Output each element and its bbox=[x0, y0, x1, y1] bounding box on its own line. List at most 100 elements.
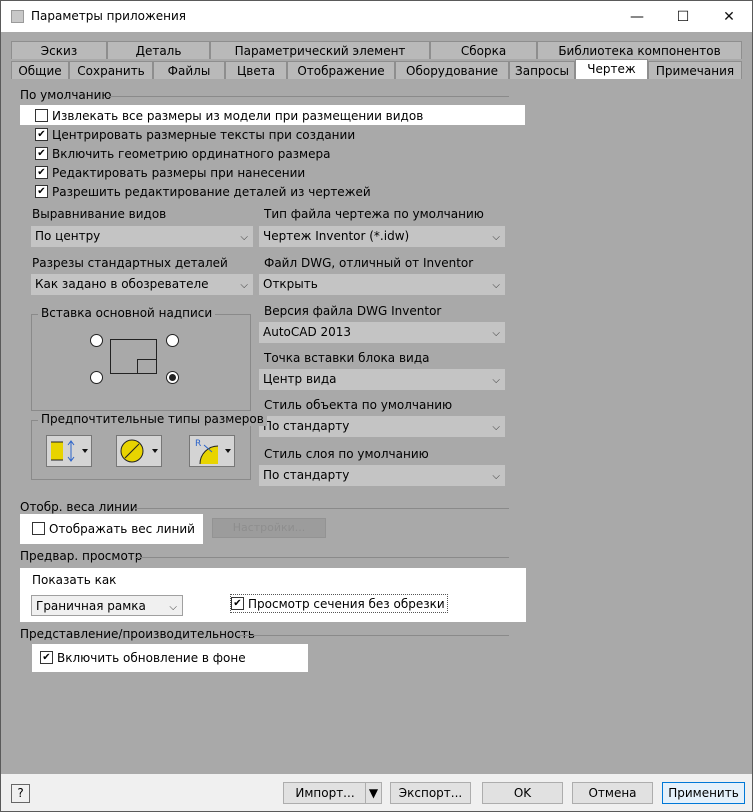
dwg-non-inventor-dropdown[interactable]: Открыть ⌵ bbox=[259, 274, 505, 295]
cancel-button[interactable]: Отмена bbox=[572, 782, 653, 804]
checkbox-box bbox=[32, 522, 45, 535]
diameter-dimension-button[interactable] bbox=[116, 435, 162, 467]
lineweight-separator bbox=[135, 508, 509, 509]
dwg-version-label: Версия файла DWG Inventor bbox=[264, 304, 442, 318]
drawing-tab-panel: По умолчанию Извлекать все размеры из мо… bbox=[11, 80, 742, 772]
file-type-label: Тип файла чертежа по умолчанию bbox=[264, 207, 484, 221]
tab-prompts[interactable]: Запросы bbox=[509, 61, 575, 79]
show-as-dropdown[interactable]: Граничная рамка ⌵ bbox=[31, 595, 183, 616]
extract-dims-checkbox[interactable]: Извлекать все размеры из модели при разм… bbox=[35, 107, 423, 124]
apply-button[interactable]: Применить bbox=[662, 782, 745, 804]
title-block-bottom-right-radio[interactable] bbox=[166, 371, 179, 384]
insert-point-dropdown[interactable]: Центр вида ⌵ bbox=[259, 369, 505, 390]
dwg-non-inventor-label: Файл DWG, отличный от Inventor bbox=[264, 256, 474, 270]
tab-colors[interactable]: Цвета bbox=[225, 61, 287, 79]
title-block-top-left-radio[interactable] bbox=[90, 334, 103, 347]
dropdown-value: Центр вида bbox=[263, 372, 337, 386]
tab-notebook[interactable]: Примечания bbox=[648, 61, 742, 79]
dialog-button-bar: ? Импорт... ▼ Экспорт... OK Отмена Приме… bbox=[1, 774, 752, 811]
sheet-preview-icon bbox=[110, 339, 157, 374]
tab-display[interactable]: Отображение bbox=[287, 61, 395, 79]
import-dropdown-arrow[interactable]: ▼ bbox=[365, 782, 382, 804]
preview-separator bbox=[135, 557, 509, 558]
chevron-down-icon: ⌵ bbox=[492, 422, 500, 433]
window-title: Параметры приложения bbox=[31, 9, 187, 23]
insert-point-label: Точка вставки блока вида bbox=[264, 351, 430, 365]
linear-dimension-icon bbox=[51, 440, 88, 462]
ordinate-geometry-checkbox[interactable]: ✔ Включить геометрию ординатного размера bbox=[35, 145, 330, 162]
checkbox-label: Отображать вес линий bbox=[49, 521, 195, 536]
tab-sketch[interactable]: Эскиз bbox=[11, 41, 107, 59]
allow-part-edit-checkbox[interactable]: ✔ Разрешить редактирование деталей из чер… bbox=[35, 183, 371, 200]
defaults-separator bbox=[107, 96, 509, 97]
show-lineweight-checkbox[interactable]: Отображать вес линий bbox=[32, 520, 195, 537]
checkmark-icon: ✔ bbox=[35, 185, 48, 198]
tab-parametric[interactable]: Параметрический элемент bbox=[210, 41, 430, 59]
file-type-dropdown[interactable]: Чертеж Inventor (*.idw) ⌵ bbox=[259, 226, 505, 247]
checkbox-label: Редактировать размеры при нанесении bbox=[52, 165, 306, 180]
dim-types-label: Предпочтительные типы размеров bbox=[38, 412, 267, 426]
dropdown-value: Граничная рамка bbox=[36, 599, 146, 613]
dwg-version-dropdown[interactable]: AutoCAD 2013 ⌵ bbox=[259, 322, 505, 343]
tab-general[interactable]: Общие bbox=[11, 61, 69, 79]
performance-section-title: Представление/производительность bbox=[20, 627, 255, 641]
tab-drawing[interactable]: Чертеж bbox=[575, 59, 648, 79]
close-button[interactable]: ✕ bbox=[706, 1, 752, 32]
linear-dimension-button[interactable] bbox=[46, 435, 92, 467]
object-style-label: Стиль объекта по умолчанию bbox=[264, 398, 453, 412]
dropdown-value: По центру bbox=[35, 229, 101, 243]
import-button[interactable]: Импорт... bbox=[283, 782, 367, 804]
checkmark-icon: ✔ bbox=[35, 166, 48, 179]
title-block-corner-icon bbox=[137, 359, 156, 373]
tab-content-center[interactable]: Библиотека компонентов bbox=[537, 41, 742, 59]
tab-save[interactable]: Сохранить bbox=[69, 61, 153, 79]
app-icon bbox=[11, 10, 24, 23]
section-preview-checkbox[interactable]: ✔ Просмотр сечения без обрезки bbox=[230, 594, 448, 613]
edit-dims-checkbox[interactable]: ✔ Редактировать размеры при нанесении bbox=[35, 164, 305, 181]
dropdown-value: AutoCAD 2013 bbox=[263, 325, 352, 339]
tab-assembly[interactable]: Сборка bbox=[430, 41, 537, 59]
maximize-button[interactable]: ☐ bbox=[660, 1, 706, 32]
defaults-section-title: По умолчанию bbox=[20, 88, 112, 102]
radius-dimension-button[interactable]: R bbox=[189, 435, 235, 467]
view-align-label: Выравнивание видов bbox=[32, 207, 167, 221]
std-sections-dropdown[interactable]: Как задано в обозревателе ⌵ bbox=[31, 274, 253, 295]
std-sections-label: Разрезы стандартных деталей bbox=[32, 256, 228, 270]
export-button[interactable]: Экспорт... bbox=[390, 782, 471, 804]
layer-style-label: Стиль слоя по умолчанию bbox=[264, 447, 429, 461]
chevron-down-icon: ⌵ bbox=[492, 280, 500, 291]
checkbox-box bbox=[35, 109, 48, 122]
object-style-dropdown[interactable]: По стандарту ⌵ bbox=[259, 416, 505, 437]
radius-dimension-icon: R bbox=[195, 439, 231, 465]
dropdown-value: Открыть bbox=[263, 277, 318, 291]
view-align-dropdown[interactable]: По центру ⌵ bbox=[31, 226, 253, 247]
app-options-dialog: Параметры приложения — ☐ ✕ Эскиз Деталь … bbox=[0, 0, 753, 812]
title-block-group: Вставка основной надписи bbox=[31, 306, 251, 411]
minimize-button[interactable]: — bbox=[614, 1, 660, 32]
title-block-label: Вставка основной надписи bbox=[38, 306, 216, 320]
lineweight-section-title: Отобр. веса линии bbox=[20, 500, 138, 514]
chevron-down-icon: ⌵ bbox=[169, 602, 177, 613]
background-update-checkbox[interactable]: ✔ Включить обновление в фоне bbox=[40, 649, 246, 666]
tab-part[interactable]: Деталь bbox=[107, 41, 210, 59]
checkbox-label: Включить геометрию ординатного размера bbox=[52, 146, 331, 161]
title-block-top-right-radio[interactable] bbox=[166, 334, 179, 347]
checkbox-label: Извлекать все размеры из модели при разм… bbox=[52, 108, 424, 123]
dim-types-group: Предпочтительные типы размеров R bbox=[31, 412, 267, 480]
checkbox-label: Разрешить редактирование деталей из черт… bbox=[52, 184, 371, 199]
dropdown-value: По стандарту bbox=[263, 468, 350, 482]
tab-row-2: Общие Сохранить Файлы Цвета Отображение … bbox=[11, 59, 742, 79]
center-dim-text-checkbox[interactable]: ✔ Центрировать размерные тексты при созда… bbox=[35, 126, 355, 143]
tab-hardware[interactable]: Оборудование bbox=[395, 61, 509, 79]
dropdown-value: По стандарту bbox=[263, 419, 350, 433]
checkbox-label: Просмотр сечения без обрезки bbox=[248, 596, 445, 611]
tab-files[interactable]: Файлы bbox=[153, 61, 225, 79]
ok-button[interactable]: OK bbox=[482, 782, 563, 804]
help-icon[interactable]: ? bbox=[11, 784, 30, 803]
show-as-label: Показать как bbox=[32, 573, 117, 587]
chevron-down-icon: ⌵ bbox=[492, 375, 500, 386]
tab-row-1: Эскиз Деталь Параметрический элемент Сбо… bbox=[11, 41, 742, 59]
lineweight-settings-button[interactable]: Настройки... bbox=[212, 518, 326, 538]
title-block-bottom-left-radio[interactable] bbox=[90, 371, 103, 384]
layer-style-dropdown[interactable]: По стандарту ⌵ bbox=[259, 465, 505, 486]
